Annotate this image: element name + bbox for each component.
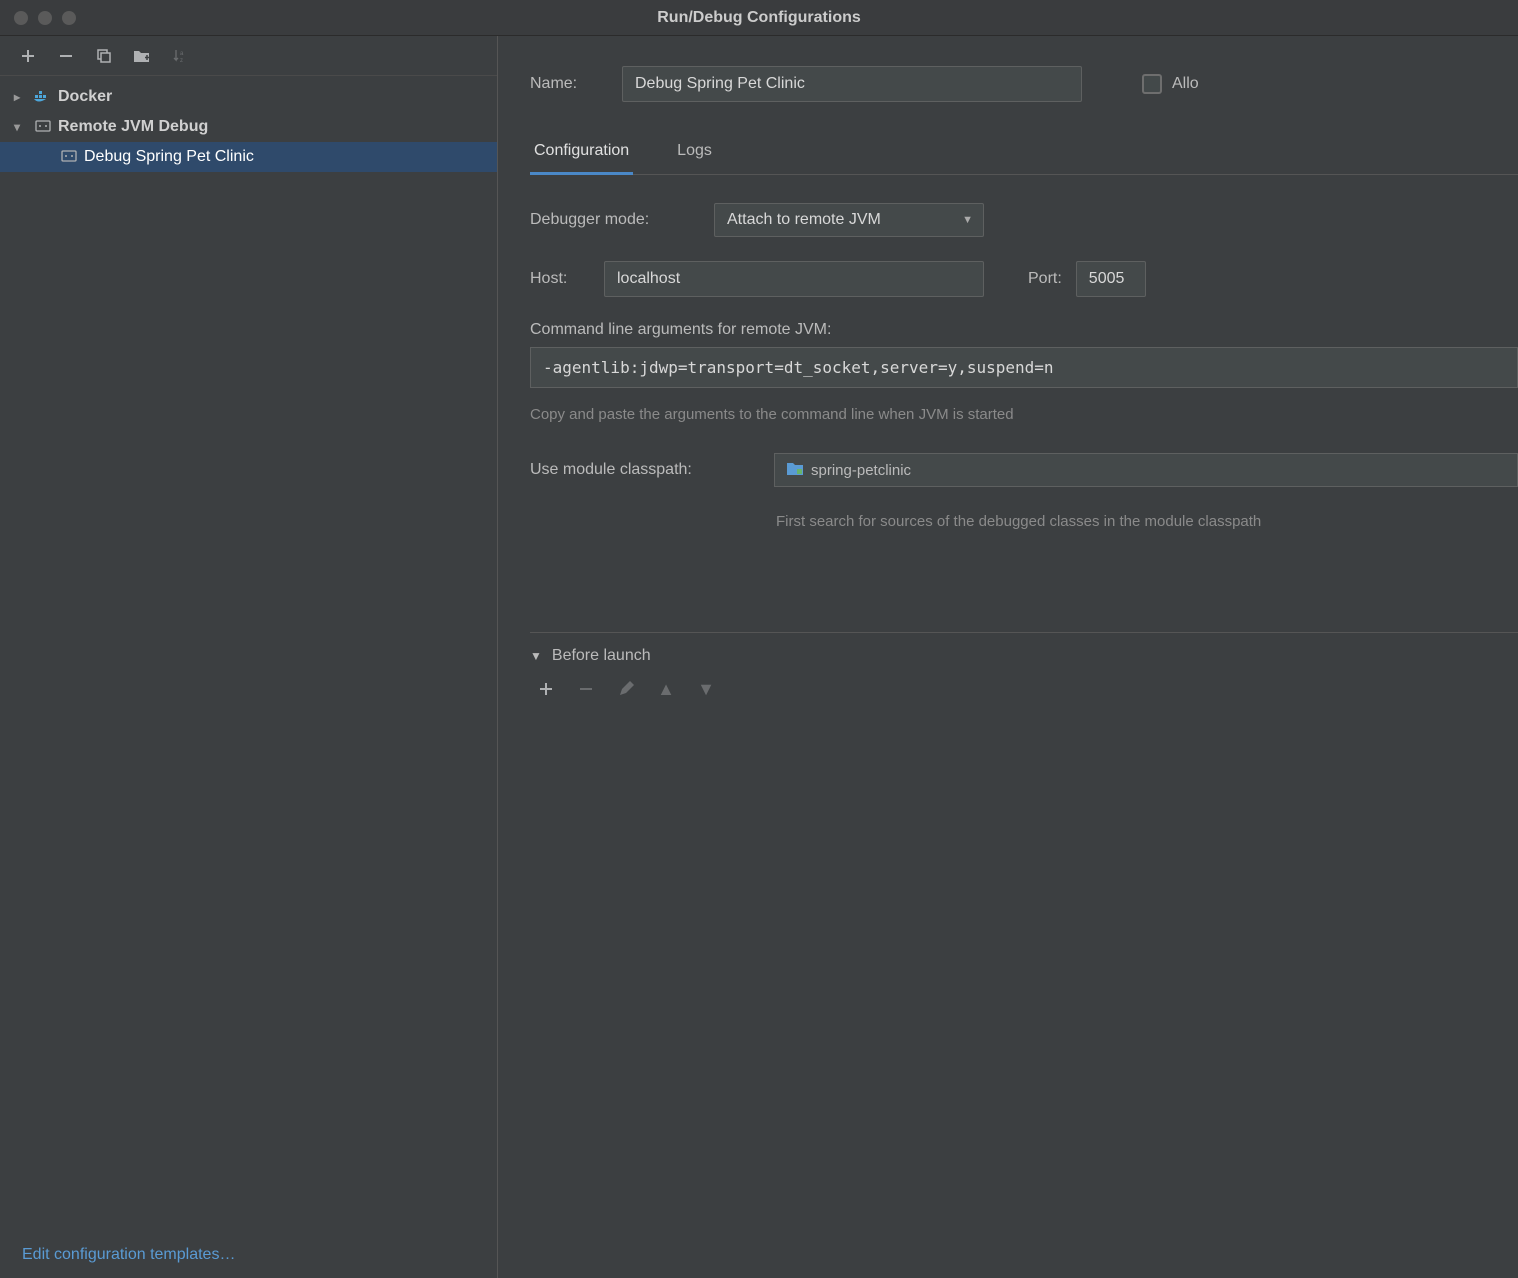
port-label: Port:: [1028, 270, 1062, 288]
config-tree: ▸ Docker ▾ Remote JVM Debug Debug Spring…: [0, 76, 497, 1232]
tree-label: Debug Spring Pet Clinic: [84, 148, 254, 166]
module-icon: [787, 461, 803, 479]
tab-configuration[interactable]: Configuration: [530, 142, 633, 175]
docker-icon: [34, 88, 52, 106]
tree-node-config[interactable]: Debug Spring Pet Clinic: [0, 142, 497, 172]
divider: [530, 632, 1518, 633]
chevron-down-icon: ▼: [530, 649, 542, 663]
cmdline-display[interactable]: -agentlib:jdwp=transport=dt_socket,serve…: [530, 347, 1518, 388]
select-value: Attach to remote JVM: [727, 211, 881, 229]
module-label: Use module classpath:: [530, 461, 760, 479]
move-down-icon[interactable]: ▼: [696, 679, 716, 699]
title-bar: Run/Debug Configurations: [0, 0, 1518, 36]
allow-parallel-checkbox[interactable]: [1142, 74, 1162, 94]
debugger-mode-select[interactable]: Attach to remote JVM ▼: [714, 203, 984, 237]
module-classpath-select[interactable]: spring-petclinic: [774, 453, 1518, 487]
host-label: Host:: [530, 270, 590, 288]
tree-label: Docker: [58, 88, 112, 106]
svg-text:z: z: [180, 58, 183, 64]
window-title: Run/Debug Configurations: [657, 9, 861, 27]
edit-icon[interactable]: [616, 679, 636, 699]
tree-label: Remote JVM Debug: [58, 118, 208, 136]
name-label: Name:: [530, 75, 622, 93]
before-launch-header[interactable]: ▼ Before launch: [530, 647, 1518, 665]
add-icon[interactable]: [18, 46, 38, 66]
remote-debug-icon: [34, 118, 52, 136]
edit-templates-link[interactable]: Edit configuration templates…: [0, 1232, 497, 1278]
cmdline-label: Command line arguments for remote JVM:: [530, 321, 1518, 339]
remove-icon[interactable]: [56, 46, 76, 66]
debugger-mode-label: Debugger mode:: [530, 211, 700, 229]
sidebar-toolbar: az: [0, 36, 497, 76]
chevron-down-icon: ▾: [14, 120, 28, 134]
sort-icon[interactable]: az: [170, 46, 190, 66]
remove-icon[interactable]: [576, 679, 596, 699]
remote-debug-icon: [60, 148, 78, 166]
sidebar: az ▸ Docker ▾ Remote JVM Debug: [0, 36, 498, 1278]
close-window-icon[interactable]: [14, 11, 28, 25]
section-title: Before launch: [552, 647, 651, 665]
tabs: Configuration Logs: [530, 142, 1518, 175]
chevron-right-icon: ▸: [14, 90, 28, 104]
content-panel: Name: Allo Configuration Logs Debugger m…: [498, 36, 1518, 1278]
add-icon[interactable]: [536, 679, 556, 699]
module-hint: First search for sources of the debugged…: [776, 511, 1518, 532]
copy-icon[interactable]: [94, 46, 114, 66]
window-controls: [0, 11, 76, 25]
tree-node-remote-jvm[interactable]: ▾ Remote JVM Debug: [0, 112, 497, 142]
allow-parallel-label: Allo: [1172, 75, 1264, 93]
port-input[interactable]: [1076, 261, 1146, 297]
tab-logs[interactable]: Logs: [673, 142, 716, 174]
cmdline-hint: Copy and paste the arguments to the comm…: [530, 406, 1518, 423]
minimize-window-icon[interactable]: [38, 11, 52, 25]
select-value: spring-petclinic: [811, 462, 911, 479]
before-launch-toolbar: ▲ ▼: [530, 675, 1518, 703]
tree-node-docker[interactable]: ▸ Docker: [0, 82, 497, 112]
chevron-down-icon: ▼: [962, 214, 973, 226]
svg-text:a: a: [180, 51, 184, 57]
name-input[interactable]: [622, 66, 1082, 102]
maximize-window-icon[interactable]: [62, 11, 76, 25]
host-input[interactable]: [604, 261, 984, 297]
move-up-icon[interactable]: ▲: [656, 679, 676, 699]
save-template-icon[interactable]: [132, 46, 152, 66]
